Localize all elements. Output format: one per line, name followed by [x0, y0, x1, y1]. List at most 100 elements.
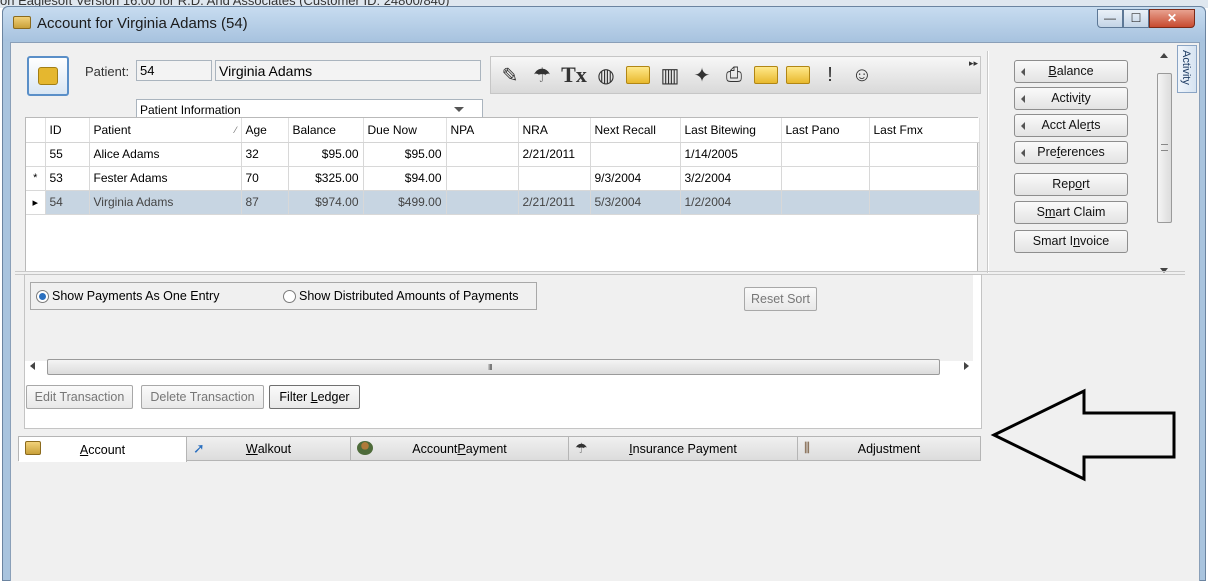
- cell-age: 87: [241, 190, 289, 215]
- cell-due-now: $94.00: [363, 166, 447, 191]
- person-hand-icon[interactable]: ☺: [847, 60, 877, 90]
- scroll-up-icon[interactable]: [1160, 53, 1168, 58]
- toolbar-overflow-icon[interactable]: ▸▸: [969, 58, 978, 69]
- annotation-arrow-icon: [990, 388, 1176, 482]
- cell-last-pano: [781, 190, 870, 215]
- brain-icon[interactable]: ◍: [591, 60, 621, 90]
- column-header-id[interactable]: ID: [45, 118, 90, 143]
- vertical-splitter[interactable]: [987, 51, 989, 273]
- balance-button[interactable]: Balance: [1014, 60, 1128, 83]
- delete-transaction-button[interactable]: Delete Transaction: [141, 385, 264, 409]
- patient-name-field[interactable]: Virginia Adams: [215, 60, 481, 81]
- radio-unselected-icon: [283, 289, 296, 303]
- table-row-selected[interactable]: ▸ 54 Virginia Adams 87 $974.00 $499.00 2…: [26, 190, 980, 215]
- row-marker: *: [26, 166, 46, 191]
- column-header-patient-label: Patient: [93, 122, 131, 137]
- cell-last-fmx: [869, 142, 980, 167]
- preferences-button[interactable]: Preferences: [1014, 141, 1128, 164]
- minimize-button[interactable]: —: [1097, 9, 1123, 28]
- alert-person-icon[interactable]: !: [815, 60, 845, 90]
- cell-patient: Fester Adams: [89, 166, 242, 191]
- table-row[interactable]: * 53 Fester Adams 70 $325.00 $94.00 9/3/…: [26, 166, 980, 191]
- signature-pen-icon[interactable]: ✎: [495, 60, 525, 90]
- button-label: ty: [1081, 91, 1091, 105]
- printer-icon[interactable]: ⎙: [719, 60, 749, 90]
- cell-patient: Alice Adams: [89, 142, 242, 167]
- tab-walkout[interactable]: ➚ Walkout: [187, 437, 351, 460]
- tx-icon[interactable]: Tx: [559, 60, 589, 90]
- activity-side-tab[interactable]: Activity: [1177, 45, 1197, 93]
- tab-account[interactable]: Account: [19, 437, 187, 462]
- cell-id: 54: [45, 190, 90, 215]
- column-header-nra[interactable]: NRA: [518, 118, 591, 143]
- ledger-horizontal-scrollbar[interactable]: III: [25, 357, 973, 377]
- tab-insurance-payment[interactable]: ☂ Insurance Payment: [569, 437, 798, 460]
- cell-age: 32: [241, 142, 289, 167]
- reset-sort-button[interactable]: Reset Sort: [744, 287, 817, 311]
- column-header-age[interactable]: Age: [241, 118, 289, 143]
- scrollbar-thumb[interactable]: III: [47, 359, 940, 375]
- filter-ledger-button[interactable]: Filter Ledger: [269, 385, 360, 409]
- note-star-icon[interactable]: ✦: [687, 60, 717, 90]
- maximize-button[interactable]: ☐: [1123, 9, 1149, 28]
- access-key: L: [310, 390, 318, 404]
- column-header-last-fmx[interactable]: Last Fmx: [869, 118, 980, 143]
- activity-button[interactable]: Activity: [1014, 87, 1128, 110]
- folder-icon[interactable]: [783, 60, 813, 90]
- acct-alerts-button[interactable]: Acct Alerts: [1014, 114, 1128, 137]
- select-patient-button[interactable]: [27, 56, 69, 96]
- cell-balance: $95.00: [288, 142, 364, 167]
- column-header-last-bitewing[interactable]: Last Bitewing: [680, 118, 782, 143]
- tab-account-payment[interactable]: Account Payment: [351, 437, 569, 460]
- column-header-npa[interactable]: NPA: [446, 118, 519, 143]
- edit-transaction-button[interactable]: Edit Transaction: [26, 385, 133, 409]
- window-title: Account for Virginia Adams (54): [37, 15, 248, 32]
- scroll-right-icon[interactable]: [964, 362, 969, 370]
- cell-npa: [446, 190, 519, 215]
- patient-view-select[interactable]: Patient Information: [136, 99, 483, 119]
- column-header-patient[interactable]: Patient ⁄: [89, 118, 242, 143]
- radio-label: Show Payments As One Entry: [52, 289, 220, 303]
- access-key: W: [245, 441, 258, 456]
- grip-icon: III: [488, 363, 493, 372]
- column-header-balance[interactable]: Balance: [288, 118, 364, 143]
- insurance-umbrella-icon[interactable]: ☂: [527, 60, 557, 90]
- smart-claim-button[interactable]: Smart Claim: [1014, 201, 1128, 224]
- cell-last-pano: [781, 142, 870, 167]
- folder-card-icon[interactable]: [751, 60, 781, 90]
- title-bar[interactable]: Account for Virginia Adams (54) — ☐ ✕: [3, 7, 1205, 41]
- grid-header: ID Patient ⁄ Age Balance Due Now NPA NRA …: [26, 118, 980, 143]
- chevron-down-icon[interactable]: [454, 107, 464, 112]
- close-button[interactable]: ✕: [1149, 9, 1195, 28]
- toolbar: ✎ ☂ Tx ◍ ▥ ✦ ⎙ ! ☺ ▸▸: [490, 56, 981, 94]
- smart-invoice-button[interactable]: Smart Invoice: [1014, 230, 1128, 253]
- show-distributed-amounts-radio[interactable]: Show Distributed Amounts of Payments: [283, 289, 519, 303]
- cell-patient: Virginia Adams: [89, 190, 242, 215]
- column-header-last-pano[interactable]: Last Pano: [781, 118, 870, 143]
- report-button[interactable]: Report: [1014, 173, 1128, 196]
- patient-id-field[interactable]: 54: [136, 60, 212, 81]
- insurance-umbrella-icon: ☂: [575, 440, 588, 456]
- radio-selected-icon: [36, 289, 49, 303]
- family-chart-icon[interactable]: ▥: [655, 60, 685, 90]
- table-row[interactable]: 55 Alice Adams 32 $95.00 $95.00 2/21/201…: [26, 142, 980, 167]
- account-window: Account for Virginia Adams (54) — ☐ ✕ Pa…: [2, 6, 1206, 581]
- column-header-next-recall[interactable]: Next Recall: [590, 118, 681, 143]
- tab-adjustment[interactable]: ⫼ Adjustment: [798, 437, 980, 460]
- cell-due-now: $95.00: [363, 142, 447, 167]
- button-label: Acct Ale: [1041, 118, 1087, 132]
- ledger-area: Show Payments As One Entry Show Distribu…: [25, 275, 973, 361]
- scroll-left-icon[interactable]: [30, 362, 35, 370]
- side-panel-scrollbar[interactable]: [1156, 51, 1173, 273]
- button-label: Rep: [1052, 177, 1076, 191]
- show-payments-one-entry-radio[interactable]: Show Payments As One Entry: [36, 289, 219, 303]
- column-header-due-now[interactable]: Due Now: [363, 118, 447, 143]
- cell-balance: $325.00: [288, 166, 364, 191]
- radio-label: Show Distributed Amounts of Payments: [299, 289, 519, 303]
- tab-label: ccount: [88, 442, 126, 457]
- folder-check-icon[interactable]: [623, 60, 653, 90]
- cell-id: 53: [45, 166, 90, 191]
- column-header-marker: [26, 118, 46, 143]
- patient-family-icon: [38, 67, 58, 85]
- scrollbar-thumb[interactable]: [1157, 73, 1172, 223]
